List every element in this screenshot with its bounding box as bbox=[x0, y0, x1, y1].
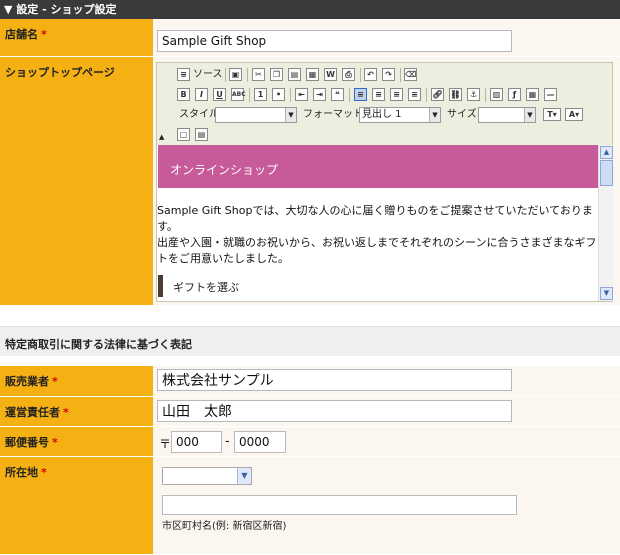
manager-row: 運営責任者 * bbox=[0, 397, 620, 427]
format-select[interactable]: 見出し 1 ▼ bbox=[359, 107, 441, 123]
save-icon[interactable]: ▣ bbox=[229, 68, 242, 81]
manager-input[interactable] bbox=[157, 400, 512, 422]
align-right-icon[interactable]: ≡ bbox=[390, 88, 403, 101]
editor-toolbar-2: B I U ABC 1 • ⇤ ⇥ ❝ ≡ ≡ ≡ ≡ 🔗︎ ⛓ ⚓︎ ▨ ƒ … bbox=[157, 85, 614, 105]
shop-top-label: ショップトップページ bbox=[0, 57, 153, 305]
anchor-icon[interactable]: ⚓︎ bbox=[467, 88, 480, 101]
city-hint: 市区町村名(例: 新宿区新宿) bbox=[162, 521, 287, 532]
seller-input[interactable] bbox=[157, 369, 512, 391]
editor-content[interactable]: オンラインショップ Sample Gift Shopでは、大切な人の心に届く贈り… bbox=[157, 145, 598, 301]
outdent-icon[interactable]: ⇤ bbox=[295, 88, 308, 101]
postal-row: 郵便番号* 〒 - bbox=[0, 427, 620, 457]
shop-name-input[interactable] bbox=[157, 30, 512, 52]
collapse-toolbar-icon[interactable]: ▲ bbox=[159, 133, 164, 141]
numbered-list-icon[interactable]: 1 bbox=[254, 88, 267, 101]
scroll-up-icon[interactable]: ▲ bbox=[600, 146, 613, 159]
source-button-label[interactable]: ソース bbox=[193, 67, 223, 83]
background-color-icon[interactable]: A▾ bbox=[565, 108, 583, 121]
cut-icon[interactable]: ✂ bbox=[252, 68, 265, 81]
redo-icon[interactable]: ↷ bbox=[382, 68, 395, 81]
size-label: サイズ bbox=[447, 109, 477, 120]
postal-code-2-input[interactable] bbox=[234, 431, 286, 453]
paste-text-icon[interactable]: ▦ bbox=[306, 68, 319, 81]
source-icon[interactable]: ≡ bbox=[177, 68, 190, 81]
seller-row: 販売業者 * bbox=[0, 366, 620, 397]
copy-icon[interactable]: ❐ bbox=[270, 68, 283, 81]
bold-icon[interactable]: B bbox=[177, 88, 190, 101]
prefecture-select[interactable]: ▼ bbox=[162, 467, 252, 485]
shop-top-row: ショップトップページ ≡ ソース ▣ ✂ ❐ ▤ ▦ W ⎙ ↶ ↷ ⌫ B I… bbox=[0, 57, 620, 306]
format-select-value: 見出し 1 bbox=[362, 109, 402, 120]
underline-icon[interactable]: U bbox=[213, 88, 226, 101]
text-color-icon[interactable]: T▾ bbox=[543, 108, 561, 121]
required-mark: * bbox=[41, 28, 47, 41]
style-label: スタイル bbox=[179, 109, 219, 120]
postal-mark: 〒 bbox=[159, 437, 172, 451]
format-label: フォーマット bbox=[303, 109, 363, 120]
section-header[interactable]: ▼ 設定 - ショップ設定 bbox=[0, 0, 620, 19]
chevron-down-icon: ▼ bbox=[524, 108, 535, 122]
postal-label: 郵便番号 * bbox=[0, 427, 153, 456]
section-header-title: ▼ 設定 - ショップ設定 bbox=[4, 3, 117, 16]
postal-dash: - bbox=[225, 434, 230, 449]
table-icon[interactable]: ▦ bbox=[526, 88, 539, 101]
scroll-thumb[interactable] bbox=[600, 160, 613, 186]
content-banner: オンラインショップ bbox=[158, 145, 598, 188]
chevron-down-icon: ▼ bbox=[285, 108, 296, 122]
align-left-icon[interactable]: ≡ bbox=[354, 88, 367, 101]
align-justify-icon[interactable]: ≡ bbox=[408, 88, 421, 101]
scroll-down-icon[interactable]: ▼ bbox=[600, 287, 613, 300]
unlink-icon[interactable]: ⛓ bbox=[449, 88, 462, 101]
indent-icon[interactable]: ⇥ bbox=[313, 88, 326, 101]
horizontal-rule-icon[interactable]: — bbox=[544, 88, 557, 101]
size-select[interactable]: ▼ bbox=[478, 107, 536, 123]
undo-icon[interactable]: ↶ bbox=[364, 68, 377, 81]
strike-icon[interactable]: ABC bbox=[231, 88, 246, 101]
postal-code-1-input[interactable] bbox=[171, 431, 222, 453]
chevron-down-icon: ▼ bbox=[429, 108, 440, 122]
editor-toolbar-4: ▢ ▤ ▲ bbox=[157, 125, 614, 145]
image-icon[interactable]: ▨ bbox=[490, 88, 503, 101]
shop-name-label: 店舗名 * bbox=[0, 19, 153, 56]
editor-toolbar-1: ≡ ソース ▣ ✂ ❐ ▤ ▦ W ⎙ ↶ ↷ ⌫ bbox=[157, 65, 614, 85]
chevron-down-icon: ▼ bbox=[237, 468, 251, 484]
content-gift-heading: ギフトを選ぶ bbox=[157, 275, 597, 297]
style-select[interactable]: ▼ bbox=[215, 107, 297, 123]
italic-icon[interactable]: I bbox=[195, 88, 208, 101]
editor-toolbar-3: スタイル ▼ フォーマット 見出し 1 ▼ サイズ ▼ T▾ A▾ bbox=[157, 105, 614, 125]
maximize-icon[interactable]: ▢ bbox=[177, 128, 190, 141]
editor-scrollbar[interactable]: ▲ ▼ bbox=[598, 145, 613, 301]
print-icon[interactable]: ⎙ bbox=[342, 68, 355, 81]
address-label: 所在地 * bbox=[0, 457, 153, 554]
manager-label: 運営責任者 * bbox=[0, 397, 153, 426]
paste-icon[interactable]: ▤ bbox=[288, 68, 301, 81]
show-blocks-icon[interactable]: ▤ bbox=[195, 128, 208, 141]
rich-text-editor[interactable]: ≡ ソース ▣ ✂ ❐ ▤ ▦ W ⎙ ↶ ↷ ⌫ B I U ABC 1 • … bbox=[156, 62, 613, 302]
align-center-icon[interactable]: ≡ bbox=[372, 88, 385, 101]
paste-word-icon[interactable]: W bbox=[324, 68, 337, 81]
law-section-title: 特定商取引に関する法律に基づく表記 bbox=[0, 326, 620, 356]
bullet-list-icon[interactable]: • bbox=[272, 88, 285, 101]
shop-name-row: 店舗名 * bbox=[0, 19, 620, 57]
city-input[interactable] bbox=[162, 495, 517, 515]
blockquote-icon[interactable]: ❝ bbox=[331, 88, 344, 101]
eraser-icon[interactable]: ⌫ bbox=[404, 68, 417, 81]
link-icon[interactable]: 🔗︎ bbox=[431, 88, 444, 101]
seller-label: 販売業者 * bbox=[0, 366, 153, 396]
flash-icon[interactable]: ƒ bbox=[508, 88, 521, 101]
content-paragraph: Sample Gift Shopでは、大切な人の心に届く贈りものをご提案させてい… bbox=[157, 204, 597, 265]
address-row: 所在地 * ▼ 市区町村名(例: 新宿区新宿) bbox=[0, 457, 620, 555]
